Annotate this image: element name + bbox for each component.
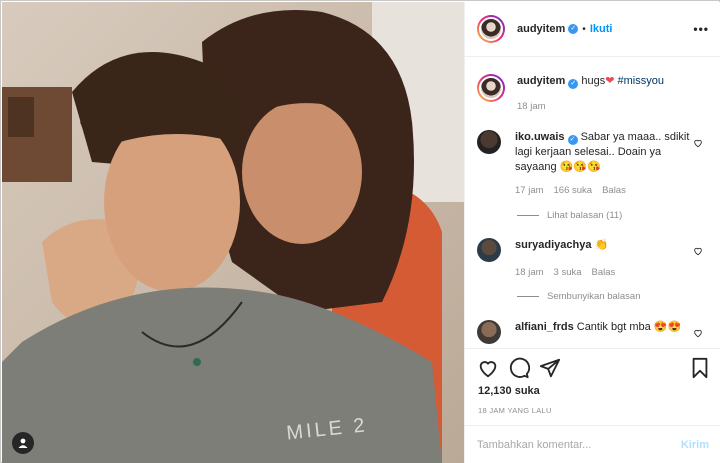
comment-item: suryadiyachya 👏 18 jam 3 suka Balas [477,238,709,280]
comment-likes[interactable]: 166 suka [554,185,593,196]
comment-like-icon[interactable] [693,328,703,338]
heart-icon[interactable] [477,357,499,379]
view-replies-label[interactable]: Lihat balasan (11) [547,210,622,221]
more-options-icon[interactable]: ••• [693,22,709,36]
separator-dot: • [582,23,586,35]
commenter-avatar[interactable] [477,238,501,262]
comment-item: iko.uwais ✓ Sabar ya maaa.. sdikit lagi k… [477,130,709,198]
reply-button[interactable]: Balas [602,185,626,196]
comment-item: alfiani_frds Cantik bgt mba 😍😍 [477,320,709,344]
share-icon[interactable] [539,357,561,379]
author-username[interactable]: audyitem [517,23,565,35]
caption-username[interactable]: audyitem [517,75,565,87]
verified-badge-icon: ✓ [567,135,578,145]
comment-like-icon[interactable] [693,246,703,256]
comment-text: 👏 [594,239,609,251]
comment-likes[interactable]: 3 suka [554,267,582,278]
verified-badge-icon: ✓ [568,24,579,34]
reply-button[interactable]: Balas [592,267,616,278]
hide-replies-label[interactable]: Sembunyikan balasan [547,291,640,302]
red-heart-emoji: ❤ [605,75,615,87]
follow-button[interactable]: Ikuti [590,23,613,35]
view-replies[interactable]: Lihat balasan (11) [517,210,622,221]
caption-text: hugs [581,75,606,87]
likes-count[interactable]: 12,130 suka [478,385,540,397]
post-side-panel: audyitem ✓ • Ikuti ••• audyitem ✓ hugs❤ #… [464,2,720,463]
user-tag-button[interactable] [12,432,34,454]
bookmark-icon[interactable] [689,357,711,379]
post-photo[interactable]: MILE 2 [2,2,464,463]
user-tag-icon [18,438,28,448]
comment-time[interactable]: 18 jam [515,267,544,278]
comment-username[interactable]: suryadiyachya [515,239,591,251]
comment-icon[interactable] [508,357,530,379]
add-comment-bar: Tambahkan komentar... Kirim [465,425,720,463]
comment-like-icon[interactable] [693,138,703,148]
selfie-image: MILE 2 [2,2,464,463]
hide-replies[interactable]: Sembunyikan balasan [517,291,640,302]
commenter-avatar[interactable] [477,320,501,344]
comment-text: Cantik bgt mba 😍😍 [576,321,682,333]
post-timestamp[interactable]: 18 JAM YANG LALU [478,406,552,415]
comment-username[interactable]: alfiani_frds [515,321,574,333]
post-comment-button[interactable]: Kirim [681,439,709,451]
comment-input[interactable]: Tambahkan komentar... [477,439,681,451]
comment-username[interactable]: iko.uwais [515,131,565,143]
verified-badge-icon: ✓ [568,79,579,89]
comment-time[interactable]: 17 jam [515,185,544,196]
caption-time[interactable]: 18 jam [517,101,546,112]
caption-avatar[interactable] [477,74,505,102]
caption: audyitem ✓ hugs❤ #missyou 18 jam [477,74,709,114]
author-avatar[interactable] [477,15,505,43]
post-actions: 12,130 suka 18 JAM YANG LALU [465,348,720,428]
commenter-avatar[interactable] [477,130,501,154]
comments-list[interactable]: audyitem ✓ hugs❤ #missyou 18 jam iko.uwai… [465,58,720,348]
instagram-post: MILE 2 audyitem ✓ • Ikuti ••• audyitem ✓… [0,0,720,463]
post-header: audyitem ✓ • Ikuti ••• [465,2,720,57]
caption-hashtag[interactable]: #missyou [618,75,664,87]
